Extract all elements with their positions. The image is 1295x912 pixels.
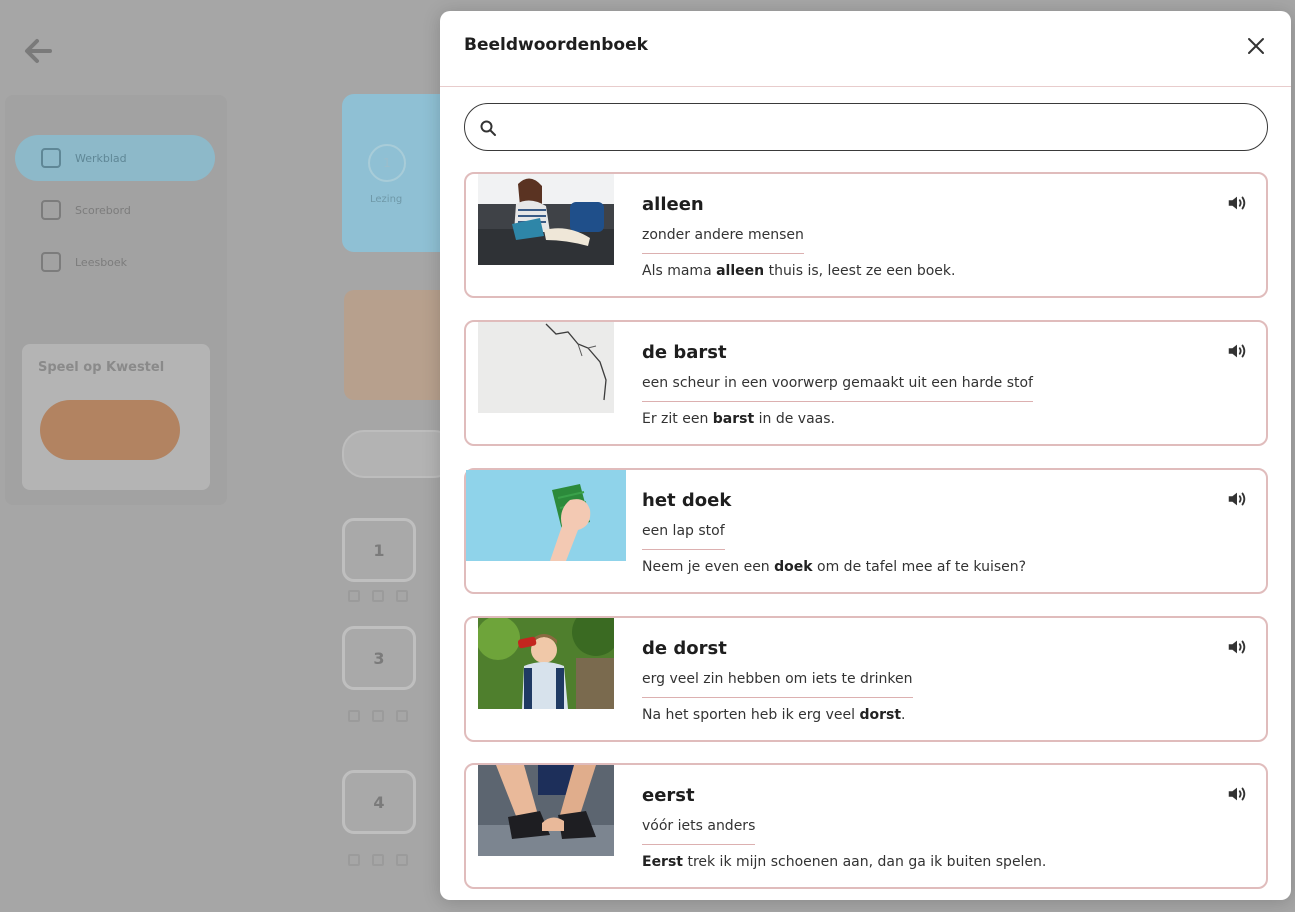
entry-definition: erg veel zin hebben om iets te drinken bbox=[642, 671, 913, 698]
speaker-icon bbox=[1228, 492, 1246, 506]
entry-image bbox=[466, 470, 626, 561]
modal-header: Beeldwoordenboek bbox=[440, 11, 1291, 87]
speaker-icon bbox=[1228, 787, 1246, 801]
cloth-image bbox=[466, 470, 626, 561]
search-field[interactable] bbox=[464, 103, 1268, 151]
search-icon bbox=[480, 120, 496, 136]
level-tile[interactable]: 4 bbox=[342, 770, 416, 834]
entry-example: Neem je even een doek om de tafel mee af… bbox=[642, 559, 1027, 575]
back-arrow-icon[interactable] bbox=[22, 36, 54, 66]
close-button[interactable] bbox=[1243, 33, 1269, 59]
reader-icon bbox=[41, 252, 61, 272]
star-icon bbox=[372, 854, 384, 866]
play-audio-button[interactable] bbox=[1226, 783, 1250, 807]
level-stars bbox=[348, 710, 408, 722]
sidebar-item-label: Scorebord bbox=[75, 203, 131, 217]
star-icon bbox=[396, 854, 408, 866]
entry-definition: een lap stof bbox=[642, 523, 725, 550]
lesson-label: Lezing bbox=[370, 194, 403, 205]
dictionary-entry: de dorst erg veel zin hebben om iets te … bbox=[464, 616, 1268, 742]
sidebar-item-worksheet[interactable]: Werkblad bbox=[15, 135, 215, 181]
entry-image bbox=[478, 322, 614, 413]
promo-title: Speel op Kwestel bbox=[38, 360, 165, 375]
speaker-icon bbox=[1228, 640, 1246, 654]
star-icon bbox=[396, 710, 408, 722]
level-tile[interactable]: 3 bbox=[342, 626, 416, 690]
dictionary-entry: eerst vóór iets anders Eerst trek ik mij… bbox=[464, 763, 1268, 889]
entry-image bbox=[478, 174, 614, 265]
entry-word: de barst bbox=[642, 342, 727, 363]
level-stars bbox=[348, 854, 408, 866]
worksheet-icon bbox=[41, 148, 61, 168]
sidebar-item-scoreboard[interactable]: Scorebord bbox=[15, 187, 215, 233]
search-input[interactable] bbox=[509, 110, 1253, 146]
play-audio-button[interactable] bbox=[1226, 340, 1250, 364]
level-tile[interactable]: 1 bbox=[342, 518, 416, 582]
entry-definition: een scheur in een voorwerp gemaakt uit e… bbox=[642, 375, 1033, 402]
entry-example: Er zit een barst in de vaas. bbox=[642, 411, 835, 427]
entry-definition: vóór iets anders bbox=[642, 818, 756, 845]
speaker-icon bbox=[1228, 196, 1246, 210]
entry-word: het doek bbox=[642, 490, 732, 511]
speaker-icon bbox=[1228, 344, 1246, 358]
sidebar-item-label: Werkblad bbox=[75, 151, 127, 165]
sidebar-item-reader[interactable]: Leesboek bbox=[15, 239, 215, 285]
entry-example: Als mama alleen thuis is, leest ze een b… bbox=[642, 263, 956, 279]
promo-logo bbox=[40, 400, 180, 460]
play-audio-button[interactable] bbox=[1226, 636, 1250, 660]
picture-dictionary-modal: Beeldwoordenboek alleen zonder andere me… bbox=[440, 11, 1291, 900]
promo-card[interactable]: Speel op Kwestel bbox=[22, 344, 210, 490]
star-icon bbox=[396, 590, 408, 602]
dictionary-entry: de barst een scheur in een voorwerp gema… bbox=[464, 320, 1268, 446]
star-icon bbox=[372, 590, 384, 602]
star-icon bbox=[348, 590, 360, 602]
star-icon bbox=[348, 854, 360, 866]
entry-word: alleen bbox=[642, 194, 704, 215]
star-icon bbox=[372, 710, 384, 722]
woman-reading-image bbox=[478, 174, 614, 265]
lesson-pill[interactable] bbox=[342, 430, 456, 478]
entry-image bbox=[478, 765, 614, 856]
play-audio-button[interactable] bbox=[1226, 488, 1250, 512]
dictionary-entry: alleen zonder andere mensen Als mama all… bbox=[464, 172, 1268, 298]
tying-shoes-image bbox=[478, 765, 614, 856]
close-icon bbox=[1248, 38, 1264, 54]
entry-word: eerst bbox=[642, 785, 695, 806]
level-stars bbox=[348, 590, 408, 602]
play-audio-button[interactable] bbox=[1226, 192, 1250, 216]
lesson-illustration bbox=[344, 290, 454, 400]
entry-word: de dorst bbox=[642, 638, 727, 659]
entry-example: Na het sporten heb ik erg veel dorst. bbox=[642, 707, 906, 723]
cracked-wall-image bbox=[478, 322, 614, 413]
modal-title: Beeldwoordenboek bbox=[464, 35, 648, 55]
boy-drinking-image bbox=[478, 618, 614, 709]
sidebar-item-label: Leesboek bbox=[75, 255, 128, 269]
entry-definition: zonder andere mensen bbox=[642, 227, 804, 254]
scoreboard-icon bbox=[41, 200, 61, 220]
dictionary-entry: het doek een lap stof Neem je even een d… bbox=[464, 468, 1268, 594]
entry-example: Eerst trek ik mijn schoenen aan, dan ga … bbox=[642, 854, 1047, 870]
lesson-number: 1 bbox=[368, 144, 406, 182]
star-icon bbox=[348, 710, 360, 722]
entry-image bbox=[478, 618, 614, 709]
